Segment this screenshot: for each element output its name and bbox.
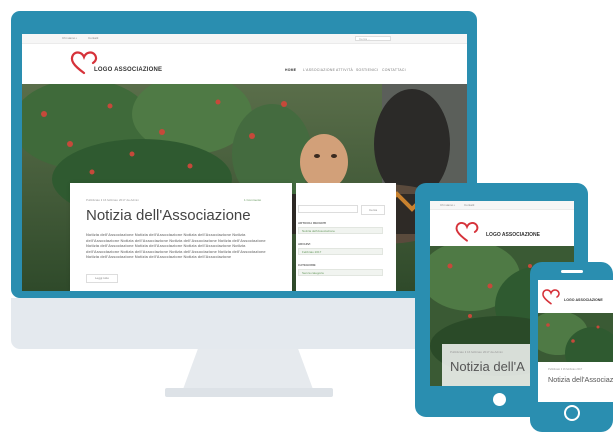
nav-contattaci[interactable]: CONTATTACI bbox=[382, 68, 406, 72]
tablet-topbar-link-chi-siamo[interactable]: Chi siamo • bbox=[440, 203, 455, 207]
tablet-home-button[interactable] bbox=[493, 393, 506, 406]
site-header: LOGO ASSOCIAZIONE HOME L'ASSOCIAZIONE AT… bbox=[22, 44, 467, 84]
topbar-link-chi-siamo[interactable]: Chi siamo • bbox=[62, 36, 77, 40]
sidebar-link-recent[interactable]: Notizia dell'Associazione bbox=[298, 227, 383, 234]
phone-article-title[interactable]: Notizia dell'Associazione bbox=[548, 375, 613, 384]
desktop-screen: Chi siamo • Contatti Cerca ... LOGO ASSO… bbox=[22, 34, 467, 291]
article-comments-link[interactable]: 1 Commento bbox=[244, 198, 261, 202]
tablet-article-title[interactable]: Notizia dell'A bbox=[450, 359, 525, 374]
phone-speaker bbox=[561, 270, 583, 273]
article-excerpt: Notizia dell'Associazione Notizia dell'A… bbox=[86, 232, 266, 259]
phone-home-button[interactable] bbox=[564, 405, 580, 421]
tablet-topbar-link-contatti[interactable]: Contatti bbox=[464, 203, 474, 207]
phone-logo-text[interactable]: LOGO ASSOCIAZIONE bbox=[564, 298, 603, 302]
tablet-logo-heart-icon[interactable] bbox=[454, 220, 480, 244]
tablet-article-meta: Pubblicato il 16 febbraio 2017 da Admin bbox=[450, 350, 503, 354]
sidebar-heading-categories: CATEGORIE bbox=[298, 263, 316, 267]
article-meta: Pubblicato il 16 febbraio 2017 da Admin bbox=[86, 198, 139, 202]
tablet-logo-text[interactable]: LOGO ASSOCIAZIONE bbox=[486, 232, 540, 238]
monitor-stand-neck bbox=[182, 349, 314, 392]
phone-logo-heart-icon[interactable] bbox=[541, 288, 561, 306]
sidebar-link-category[interactable]: Senza categoria bbox=[298, 269, 383, 276]
top-bar: Chi siamo • Contatti Cerca ... bbox=[22, 34, 467, 44]
search-input[interactable]: Cerca ... bbox=[355, 36, 391, 41]
phone-article-meta: Pubblicato il 16 febbraio 2017 bbox=[548, 368, 583, 371]
nav-attivita[interactable]: ATTIVITÀ bbox=[336, 68, 353, 72]
phone-screen: LOGO ASSOCIAZIONE Pubblicato il 16 febbr… bbox=[538, 280, 613, 402]
nav-sostienici[interactable]: SOSTIENICI bbox=[356, 68, 378, 72]
article-card: Pubblicato il 16 febbraio 2017 da Admin … bbox=[70, 183, 292, 291]
monitor-stand-base bbox=[165, 388, 333, 397]
sidebar-heading-archives: ARCHIVI bbox=[298, 242, 311, 246]
sidebar-link-archive[interactable]: Febbraio 2017 bbox=[298, 248, 383, 255]
article-title[interactable]: Notizia dell'Associazione bbox=[86, 207, 251, 224]
sidebar-search-button[interactable]: Cerca bbox=[361, 205, 385, 215]
nav-associazione[interactable]: L'ASSOCIAZIONE bbox=[303, 68, 335, 72]
sidebar-search-input[interactable] bbox=[298, 205, 358, 213]
sidebar-heading-recent: ARTICOLI RECENTI bbox=[298, 221, 327, 225]
phone-article-card: Pubblicato il 16 febbraio 2017 Notizia d… bbox=[538, 362, 613, 402]
logo-text[interactable]: LOGO ASSOCIAZIONE bbox=[94, 67, 162, 73]
monitor-chin bbox=[11, 298, 477, 349]
read-more-button[interactable]: Leggi tutto bbox=[86, 274, 118, 283]
sidebar: Cerca ARTICOLI RECENTI Notizia dell'Asso… bbox=[296, 183, 396, 291]
tablet-top-bar: Chi siamo • Contatti bbox=[430, 201, 574, 210]
topbar-link-contatti[interactable]: Contatti bbox=[88, 36, 98, 40]
nav-home[interactable]: HOME bbox=[285, 68, 296, 72]
